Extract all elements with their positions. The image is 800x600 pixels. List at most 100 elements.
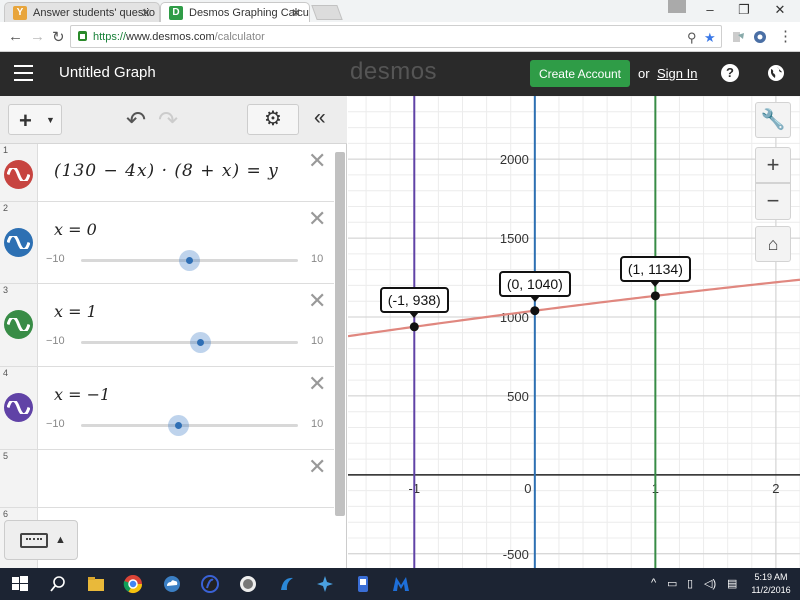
reload-icon[interactable]: ↻ — [52, 28, 65, 46]
system-clock[interactable]: 5:19 AM 11/2/2016 — [745, 571, 797, 597]
chrome-menu-icon[interactable]: ⋮ — [778, 27, 793, 45]
point-label[interactable]: (1, 1134) — [619, 255, 691, 287]
panel-scrollbar[interactable] — [335, 152, 345, 516]
delete-expression-icon[interactable]: ✕ — [308, 290, 326, 312]
tab-answers[interactable]: Y Answer students' questio ✕ — [4, 2, 160, 22]
intersection-point — [650, 291, 660, 301]
sign-in-link[interactable]: Sign In — [657, 66, 697, 81]
slider-handle[interactable] — [168, 415, 189, 436]
close-tab-icon[interactable]: ✕ — [291, 6, 301, 20]
zoom-out-button[interactable]: − — [755, 183, 791, 220]
app-icon[interactable] — [315, 574, 335, 594]
slider-track[interactable] — [81, 424, 298, 427]
expression-number: 5 — [3, 451, 9, 461]
expression-math[interactable]: x = 1 — [54, 302, 97, 321]
delete-expression-icon[interactable]: ✕ — [308, 150, 326, 172]
slider-min[interactable]: −10 — [46, 335, 65, 347]
expression-row[interactable]: 2 x = 0 ✕ −10 10 — [0, 202, 334, 284]
windows-start-icon[interactable] — [10, 574, 30, 594]
delete-expression-icon[interactable]: ✕ — [308, 456, 326, 478]
close-window-icon[interactable]: ✕ — [770, 2, 790, 18]
or-label: or — [638, 66, 650, 81]
expression-row[interactable]: 1 (130 − 4x) · (8 + x) = y ✕ — [0, 144, 334, 202]
point-label[interactable]: (0, 1040) — [498, 270, 571, 302]
collapse-panel-icon[interactable]: « — [314, 106, 326, 130]
forward-icon[interactable]: → — [30, 28, 45, 45]
expression-number: 2 — [3, 203, 9, 213]
point-label[interactable]: (-1, 938) — [379, 286, 449, 318]
home-icon: ⌂ — [767, 234, 779, 254]
app-icon[interactable] — [391, 574, 411, 594]
slider-handle[interactable] — [179, 250, 200, 271]
app-icon[interactable] — [238, 574, 258, 594]
y-tick-label: 500 — [507, 389, 529, 404]
file-explorer-icon[interactable] — [86, 574, 106, 594]
url-path: /calculator — [214, 31, 265, 43]
graph-color-toggle-icon[interactable] — [4, 160, 33, 189]
url-field[interactable]: https://www.desmos.com/calculator ⚲ ★ — [70, 25, 722, 48]
zoom-icon[interactable]: ⚲ — [687, 30, 697, 46]
graph-settings-button[interactable]: 🔧 — [755, 102, 791, 138]
redo-icon[interactable]: ↷ — [158, 106, 178, 135]
create-account-button[interactable]: Create Account — [530, 60, 630, 87]
volume-icon[interactable]: ◁) — [704, 577, 716, 590]
x-slider[interactable]: −10 10 — [44, 415, 334, 436]
zoom-in-button[interactable]: + — [755, 147, 791, 183]
graph-canvas[interactable]: -1012-500500100015002000 (-1, 938)(0, 10… — [348, 96, 800, 568]
clock-date: 11/2/2016 — [751, 585, 791, 595]
expression-row[interactable]: 3 x = 1 ✕ −10 10 — [0, 284, 334, 367]
cloud-app-icon[interactable] — [162, 574, 182, 594]
expression-row[interactable]: 4 x = −1 ✕ −10 10 — [0, 367, 334, 450]
slider-min[interactable]: −10 — [46, 418, 65, 430]
undo-icon[interactable]: ↶ — [126, 106, 146, 135]
x-slider[interactable]: −10 10 — [44, 332, 334, 353]
help-icon[interactable]: ? — [721, 64, 739, 82]
gear-icon: ⚙ — [264, 108, 282, 130]
settings-button[interactable]: ⚙ — [247, 104, 299, 135]
default-view-button[interactable]: ⌂ — [755, 226, 791, 262]
delete-expression-icon[interactable]: ✕ — [308, 373, 326, 395]
graph-color-toggle-icon[interactable] — [4, 310, 33, 339]
slider-min[interactable]: −10 — [46, 253, 65, 265]
app-header: Untitled Graph desmos Create Account or … — [0, 52, 800, 96]
minimize-icon[interactable]: – — [700, 2, 720, 17]
new-tab-button[interactable] — [311, 5, 343, 20]
close-tab-icon[interactable]: ✕ — [141, 6, 151, 20]
tab-desmos[interactable]: D Desmos Graphing Calcula ✕ — [160, 2, 310, 22]
delete-expression-icon[interactable]: ✕ — [308, 208, 326, 230]
slider-max[interactable]: 10 — [311, 253, 323, 265]
browser-tab-strip: Y Answer students' questio ✕ D Desmos Gr… — [0, 0, 800, 22]
slider-max[interactable]: 10 — [311, 335, 323, 347]
notification-icon[interactable]: ▤ — [727, 577, 737, 590]
search-icon[interactable] — [48, 574, 68, 594]
x-slider[interactable]: −10 10 — [44, 250, 334, 271]
extension-icon[interactable] — [730, 29, 746, 45]
expression-math[interactable]: x = −1 — [54, 385, 110, 404]
hamburger-menu-icon[interactable] — [14, 65, 33, 81]
chrome-icon[interactable] — [123, 574, 143, 594]
graph-color-toggle-icon[interactable] — [4, 393, 33, 422]
y-tick-label: -500 — [503, 547, 529, 562]
slider-handle[interactable] — [190, 332, 211, 353]
restore-icon[interactable]: ❐ — [734, 2, 754, 18]
globe-icon[interactable] — [767, 64, 785, 82]
bookmark-star-icon[interactable]: ★ — [704, 30, 716, 46]
extension-icon[interactable] — [752, 29, 768, 45]
empty-expression-row[interactable]: 5 ✕ — [0, 450, 334, 508]
app-icon[interactable] — [277, 574, 297, 594]
profile-icon[interactable] — [668, 0, 686, 13]
keyboard-toggle-button[interactable]: ▲ — [4, 520, 78, 560]
graph-color-toggle-icon[interactable] — [4, 228, 33, 257]
slider-max[interactable]: 10 — [311, 418, 323, 430]
back-icon[interactable]: ← — [8, 28, 23, 45]
battery-icon[interactable]: ▯ — [687, 577, 693, 590]
expression-math[interactable]: x = 0 — [54, 220, 97, 239]
graph-title[interactable]: Untitled Graph — [59, 64, 156, 81]
graph-svg[interactable]: -1012-500500100015002000 — [348, 96, 800, 568]
app-icon[interactable] — [200, 574, 220, 594]
add-item-button[interactable]: + ▼ — [8, 104, 62, 135]
tray-overflow-icon[interactable]: ^ — [651, 577, 656, 589]
app-icon[interactable] — [353, 574, 373, 594]
expression-math[interactable]: (130 − 4x) · (8 + x) = y — [54, 161, 279, 181]
network-icon[interactable]: ▭ — [667, 577, 677, 590]
